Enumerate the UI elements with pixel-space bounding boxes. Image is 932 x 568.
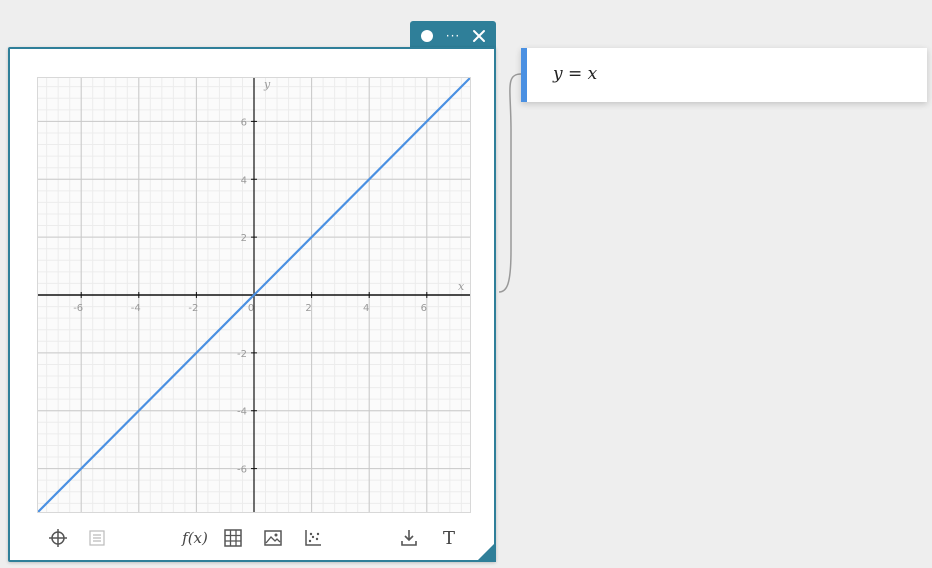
trace-button[interactable]	[45, 525, 71, 551]
scatter-plot-icon	[305, 530, 321, 546]
graph-toolbar: f(x) T	[10, 519, 494, 557]
graph-plot[interactable]: -6 -4 -2 0 2 4 6 -6 -4 -2 2 4 6 x y	[38, 78, 470, 512]
more-button[interactable]: ···	[442, 25, 464, 47]
y-tick-label: 2	[241, 233, 247, 244]
crosshair-icon	[49, 529, 67, 547]
y-axis-label: y	[263, 78, 271, 91]
x-tick-label: 6	[421, 303, 427, 314]
close-icon	[473, 29, 485, 42]
graph-canvas[interactable]: -6 -4 -2 0 2 4 6 -6 -4 -2 2 4 6 x y	[37, 77, 471, 513]
connector-line	[498, 73, 522, 293]
x-tick-label: -4	[131, 303, 141, 314]
y-tick-label: -2	[237, 349, 247, 360]
download-button[interactable]	[396, 525, 422, 551]
resize-handle[interactable]	[476, 542, 496, 562]
x-tick-label: -6	[73, 303, 83, 314]
x-tick-label: -2	[188, 303, 198, 314]
graph-window: -6 -4 -2 0 2 4 6 -6 -4 -2 2 4 6 x y f(x)	[8, 47, 496, 562]
table-button[interactable]	[220, 525, 246, 551]
image-button[interactable]	[260, 525, 286, 551]
image-icon	[264, 530, 282, 546]
table-icon	[224, 529, 242, 547]
y-tick-label: 6	[241, 117, 247, 128]
function-icon: f(x)	[182, 529, 208, 547]
x-tick-label: 0	[248, 303, 254, 314]
text-icon: T	[442, 527, 455, 549]
graph-window-tab: ···	[410, 21, 496, 50]
y-tick-label: 4	[241, 175, 247, 186]
settings-dot-button[interactable]	[416, 25, 438, 47]
expression-text[interactable]: y = x	[553, 64, 597, 84]
list-icon	[89, 530, 105, 546]
list-button[interactable]	[84, 525, 110, 551]
y-tick-label: -6	[237, 465, 247, 476]
x-tick-label: 4	[363, 303, 369, 314]
dot-icon	[421, 29, 433, 42]
function-button[interactable]: f(x)	[180, 525, 210, 551]
x-tick-label: 2	[305, 303, 311, 314]
expression-panel[interactable]: y = x	[521, 48, 927, 102]
y-tick-label: -4	[237, 407, 247, 418]
text-button[interactable]: T	[436, 525, 462, 551]
scatter-plot-button[interactable]	[300, 525, 326, 551]
download-icon	[401, 530, 417, 546]
more-icon: ···	[445, 28, 461, 43]
x-axis-label: x	[458, 280, 465, 293]
close-button[interactable]	[468, 25, 490, 47]
